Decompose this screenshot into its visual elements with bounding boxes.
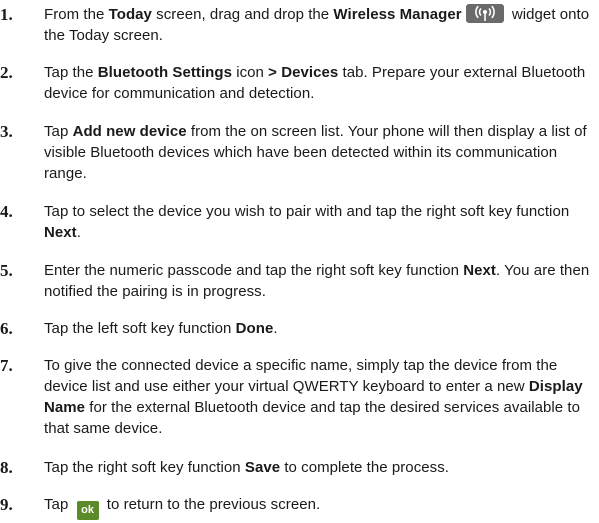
step-number: 7. <box>0 356 13 375</box>
step-text-run: To give the connected device a specific … <box>44 357 562 395</box>
step-text-run: From the <box>44 6 109 23</box>
step-text: Enter the numeric passcode and tap the r… <box>44 260 596 302</box>
step-number: 8. <box>0 458 13 477</box>
step-text: Tap the Bluetooth Settings icon > Device… <box>44 62 596 104</box>
wireless-manager-icon <box>465 4 504 23</box>
bold-term: Add new device <box>72 123 187 140</box>
step-number: 9. <box>0 495 13 514</box>
bold-term: Done <box>235 320 274 337</box>
step-text-run: . <box>273 320 278 337</box>
step-text-run: Tap the right soft key function <box>44 459 245 476</box>
bold-term: Next <box>463 262 496 279</box>
step-text-run: to return to the previous screen. <box>102 496 321 513</box>
bold-term: Save <box>244 459 281 476</box>
bold-term: Next <box>44 224 77 241</box>
step-text: Tap Add new device from the on screen li… <box>44 121 596 184</box>
step-number: 4. <box>0 202 13 221</box>
step-number: 6. <box>0 319 13 338</box>
step-text-run: to complete the process. <box>280 459 449 476</box>
step-number: 2. <box>0 63 13 82</box>
ok-icon: ok <box>76 501 99 520</box>
step-text-run: screen, drag and drop the <box>151 6 334 23</box>
step-number: 5. <box>0 261 13 280</box>
step-text-run: Tap <box>44 496 73 513</box>
step-text: Tap ok to return to the previous screen. <box>44 494 596 520</box>
bold-term: > Devices <box>268 64 339 81</box>
step-text-run: . <box>76 224 81 241</box>
step-text: To give the connected device a specific … <box>44 355 596 439</box>
step-text: Tap the right soft key function Save to … <box>44 457 596 478</box>
step-number: 3. <box>0 122 13 141</box>
step-text: Tap the left soft key function Done. <box>44 318 596 339</box>
step-text-run: Tap the <box>44 64 98 81</box>
step-text: Tap to select the device you wish to pai… <box>44 201 596 243</box>
step-text-run: Tap the left soft key function <box>44 320 236 337</box>
step-text-run: Tap to select the device you wish to pai… <box>44 203 574 220</box>
step-text: From the Today screen, drag and drop the… <box>44 4 596 46</box>
step-text-run: icon <box>232 64 269 81</box>
step-text-run: for the external Bluetooth device and ta… <box>44 399 585 437</box>
bold-term: Today <box>108 6 152 23</box>
bold-term: Wireless Manager <box>333 6 462 23</box>
step-number: 1. <box>0 5 13 24</box>
step-text-run: Tap <box>44 123 73 140</box>
step-text-run: Enter the numeric passcode and tap the r… <box>44 262 464 279</box>
bold-term: Bluetooth Settings <box>97 64 233 81</box>
